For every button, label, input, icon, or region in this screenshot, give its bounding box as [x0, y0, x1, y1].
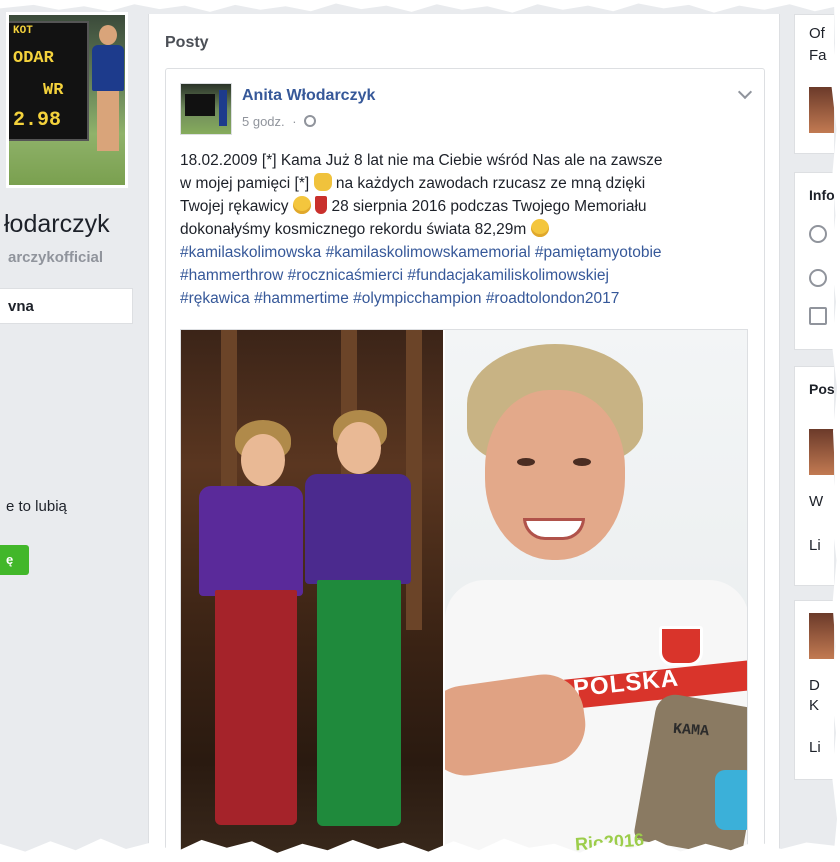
right-box-text[interactable]: Li	[809, 537, 821, 554]
hashtag-line[interactable]: #rękawica #hammertime #olympicchampion #…	[180, 287, 750, 310]
thumbnail-image[interactable]	[809, 429, 834, 475]
thumbnail-image[interactable]	[809, 613, 834, 659]
post-text-line: w mojej pamięci [*] na każdych zawodach …	[180, 172, 750, 195]
post-text-fragment: dokonałyśmy kosmicznego rekordu świata 8…	[180, 221, 527, 238]
post-text-fragment: 28 sierpnia 2016 podczas Twojego Memoria…	[331, 198, 647, 215]
left-column: KOT ODAR WR 2.98 łodarczyk arczykofficia…	[0, 0, 148, 862]
angel-emoji-icon	[292, 196, 311, 214]
profile-picture[interactable]: KOT ODAR WR 2.98	[6, 12, 128, 188]
person-figure	[303, 410, 413, 840]
right-box-text[interactable]: K	[809, 697, 819, 714]
chevron-down-icon[interactable]	[737, 84, 753, 100]
right-box-text[interactable]: Fa	[809, 47, 827, 64]
post-author-avatar[interactable]	[180, 83, 232, 135]
likes-text[interactable]: e to lubią	[6, 498, 67, 515]
right-box-posts: Pos W Li	[794, 366, 834, 586]
photo-left-panel	[181, 330, 443, 862]
right-box-text[interactable]: W	[809, 493, 823, 510]
photo-right-panel: POLSKA KAMA Rio2016	[445, 330, 747, 862]
profile-name[interactable]: łodarczyk	[4, 210, 110, 239]
post-meta: 5 godz. ·	[242, 114, 317, 129]
post-text-fragment: Twojej rękawicy	[180, 198, 289, 215]
profile-handle[interactable]: arczykofficial	[8, 249, 103, 266]
post-text-line: 18.02.2009 [*] Kama Już 8 lat nie ma Cie…	[180, 152, 663, 169]
right-column: Of Fa Info Pos W Li D K Li	[794, 14, 834, 862]
glove-text: KAMA	[672, 720, 710, 741]
right-box-text[interactable]: D	[809, 677, 820, 694]
messenger-icon[interactable]	[809, 225, 827, 243]
post-text: 18.02.2009 [*] Kama Już 8 lat nie ma Cie…	[180, 149, 750, 310]
athlete-figure	[89, 25, 125, 155]
right-box-text[interactable]: Of	[809, 25, 825, 42]
info-title: Info	[809, 187, 834, 203]
polish-crest-icon	[659, 626, 703, 666]
post-text-fragment: w mojej pamięci [*]	[180, 175, 310, 192]
globe-icon[interactable]	[809, 269, 827, 287]
person-figure	[195, 420, 305, 840]
right-box-info: Info	[794, 172, 834, 350]
meta-separator: ·	[292, 114, 297, 129]
post-author-name[interactable]: Anita Włodarczyk	[242, 87, 375, 105]
medal-emoji-icon	[315, 196, 328, 214]
scoreboard-line: KOT	[13, 25, 33, 37]
post-photo[interactable]: POLSKA KAMA Rio2016	[180, 329, 748, 862]
scoreboard-line: 2.98	[13, 109, 62, 132]
right-box-more: D K Li	[794, 600, 834, 780]
right-box-text[interactable]: Li	[809, 739, 821, 756]
post-text-line: Twojej rękawicy 28 sierpnia 2016 podczas…	[180, 195, 750, 218]
globe-icon[interactable]	[304, 115, 317, 127]
page-background: KOT ODAR WR 2.98 łodarczyk arczykofficia…	[0, 0, 840, 862]
posts-title: Pos	[809, 381, 834, 397]
post-card: Anita Włodarczyk 5 godz. · 18.02.2009 [*…	[165, 68, 765, 862]
hashtag-line[interactable]: #hammerthrow #rocznicaśmierci #fundacjak…	[180, 264, 750, 287]
nav-item-home[interactable]: vna	[0, 288, 133, 324]
scoreboard-line: ODAR	[13, 49, 54, 68]
post-timestamp[interactable]: 5 godz.	[242, 114, 285, 129]
post-text-fragment: na każdych zawodach rzucasz ze mną dzięk…	[335, 175, 646, 192]
wink-emoji-icon	[530, 219, 549, 237]
hashtag-line[interactable]: #kamilaskolimowska #kamilaskolimowskamem…	[180, 241, 750, 264]
main-column: Posty Anita Włodarczyk 5 godz. · 18.02.2…	[148, 14, 780, 862]
post-text-line: dokonałyśmy kosmicznego rekordu świata 8…	[180, 218, 750, 241]
pray-emoji-icon	[313, 173, 332, 191]
scoreboard-image: KOT ODAR WR 2.98	[9, 21, 89, 141]
right-box-official: Of Fa	[794, 14, 834, 154]
gift-icon[interactable]	[809, 307, 827, 325]
like-button[interactable]: ę	[0, 545, 29, 575]
section-title: Posty	[165, 34, 209, 51]
thumbnail-image[interactable]	[809, 87, 834, 133]
scoreboard-line: WR	[43, 81, 64, 100]
